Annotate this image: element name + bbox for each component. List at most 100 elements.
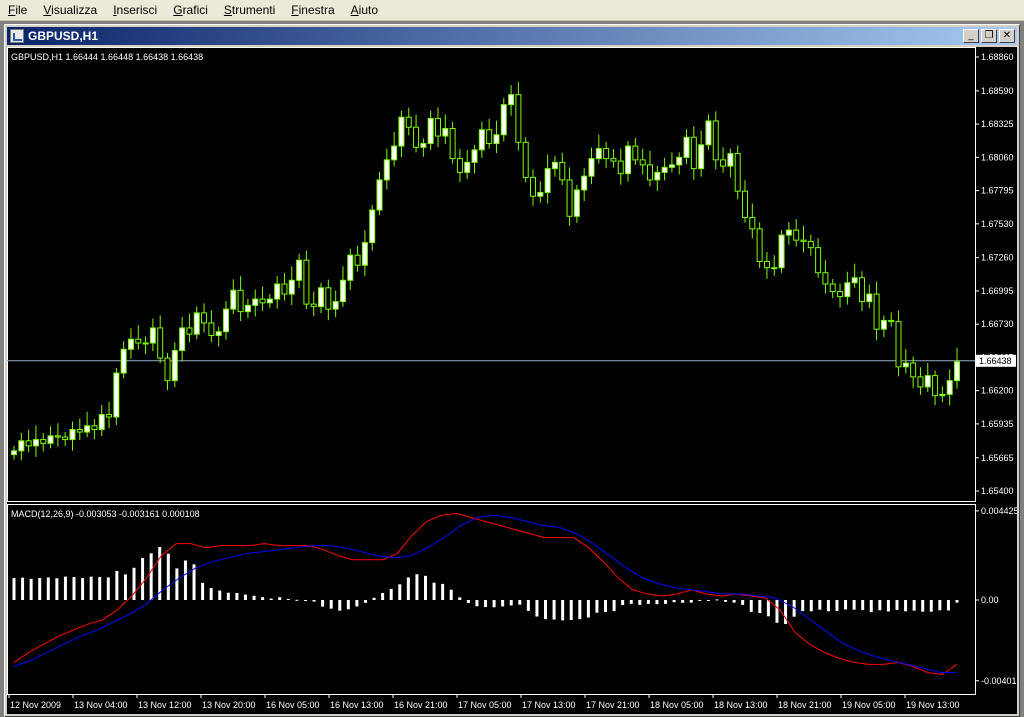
macd-histogram-bar (21, 577, 25, 601)
menu-label-rest: rafici (182, 3, 208, 17)
macd-histogram-bar (612, 600, 616, 612)
minimize-button[interactable]: _ (963, 29, 979, 43)
close-button[interactable]: ✕ (999, 29, 1015, 43)
candle-body (654, 171, 661, 181)
chart-window[interactable]: GBPUSD,H1 _ ❐ ✕ 1.68860 1.68590 1.68325 1.6… (4, 24, 1020, 717)
macd-histogram-bar (338, 600, 342, 611)
y-tick-label: 1.67260 (981, 253, 1014, 263)
chart-canvas[interactable]: 1.68860 1.68590 1.68325 1.68060 1.67795 1.675… (7, 47, 1019, 714)
y-tick-label: 1.65665 (981, 453, 1014, 463)
candle-body (530, 176, 537, 197)
candle-body (106, 413, 113, 418)
macd-histogram-bar (201, 582, 205, 601)
macd-histogram-bar (638, 600, 642, 605)
macd-histogram-bar (535, 600, 539, 617)
macd-histogram-bar (955, 600, 959, 603)
candle-body (603, 148, 610, 160)
macd-histogram-bar (235, 592, 239, 601)
macd-histogram-bar (869, 600, 873, 613)
macd-histogram-bar (938, 600, 942, 611)
candle-body (332, 301, 339, 310)
macd-histogram-bar (946, 600, 950, 611)
menu-label-rest: inestra (298, 3, 335, 17)
candle-body (785, 229, 792, 236)
candle-body (873, 293, 880, 330)
menu-finestra[interactable]: Finestra (283, 3, 342, 17)
macd-histogram-bar (809, 600, 813, 612)
candle-body (413, 126, 420, 148)
macd-histogram-bar (55, 578, 59, 601)
macd-histogram-bar (63, 576, 67, 601)
menu-grafici[interactable]: Grafici (165, 3, 216, 17)
macd-histogram-bar (321, 600, 325, 607)
window-titlebar[interactable]: GBPUSD,H1 _ ❐ ✕ (7, 27, 1017, 45)
macd-histogram-bar (363, 600, 367, 603)
macd-histogram-bar (921, 600, 925, 612)
candle-body (464, 161, 471, 173)
chart-window-icon (10, 29, 24, 43)
macd-histogram-bar (286, 599, 290, 601)
macd-histogram-bar (904, 600, 908, 612)
candle-body (186, 327, 193, 335)
window-title: GBPUSD,H1 (28, 29, 99, 43)
menu-label-rest: nserisci (116, 3, 158, 17)
candle-body (822, 272, 829, 285)
candle-body (179, 327, 186, 352)
candle-body (946, 380, 953, 395)
macd-histogram-bar (672, 600, 676, 603)
menu-file[interactable]: File (0, 3, 35, 17)
candle-body (266, 298, 273, 304)
candle-body (807, 240, 814, 249)
menu-strumenti[interactable]: Strumenti (216, 3, 283, 17)
x-tick-label: 13 Nov 12:00 (138, 700, 192, 710)
candle-body (705, 120, 712, 146)
candle-body (683, 136, 690, 158)
menu-aiuto[interactable]: Aiuto (343, 3, 386, 17)
menu-visualizza[interactable]: Visualizza (35, 3, 105, 17)
macd-histogram-bar (646, 600, 650, 604)
y-tick-label: 1.66200 (981, 386, 1014, 396)
y-tick-label: 1.65400 (981, 486, 1014, 496)
macd-histogram-bar (312, 600, 316, 602)
candle-body (296, 259, 303, 281)
macd-histogram-bar (818, 600, 822, 610)
macd-histogram-bar (766, 600, 770, 617)
macd-histogram-bar (509, 600, 513, 606)
y-tick-label: 1.68060 (981, 152, 1014, 162)
macd-histogram-bar (715, 599, 719, 601)
macd-histogram-bar (72, 577, 76, 601)
candle-body (508, 94, 515, 106)
macd-histogram-bar (492, 600, 496, 608)
candle-body (858, 277, 865, 303)
candle-body (851, 277, 858, 284)
restore-button[interactable]: ❐ (981, 29, 997, 43)
candle-body (32, 439, 39, 447)
candle-body (434, 117, 441, 137)
macd-line (13, 512, 958, 676)
x-tick-label: 13 Nov 20:00 (202, 700, 256, 710)
macd-histogram-bar (578, 600, 582, 620)
candle-body (157, 327, 164, 359)
candle-body (793, 229, 800, 241)
x-tick-label: 19 Nov 05:00 (842, 700, 896, 710)
candle-body (318, 287, 325, 308)
macd-histogram-bar (655, 600, 659, 605)
candle-body (537, 191, 544, 197)
macd-histogram-bar (441, 583, 445, 601)
candle-body (573, 189, 580, 217)
candle-body (11, 450, 17, 456)
candle-body (727, 153, 734, 167)
y-tick-label: 1.66995 (981, 286, 1014, 296)
candle-body (712, 120, 719, 161)
candle-body (274, 283, 281, 300)
x-tick-label: 12 Nov 2009 (10, 700, 61, 710)
macd-histogram-bar (149, 553, 153, 601)
menu-inserisci[interactable]: Inserisci (105, 3, 165, 17)
macd-histogram-bar (278, 597, 282, 601)
macd-histogram-bar (106, 577, 110, 601)
macd-histogram-bar (303, 600, 307, 602)
candle-body (939, 393, 946, 397)
macd-histogram-bar (544, 600, 548, 620)
chart-svg[interactable]: 1.68860 1.68590 1.68325 1.68060 1.67795 1.675… (7, 47, 1019, 714)
macd-histogram-bar (98, 577, 102, 601)
